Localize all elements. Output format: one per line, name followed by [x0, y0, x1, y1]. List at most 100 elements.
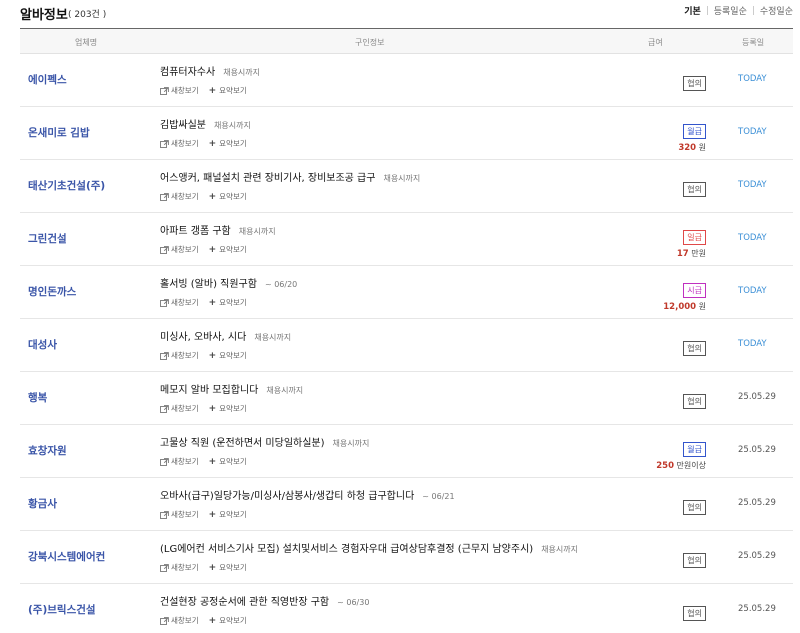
job-title-text[interactable]: 어스앵커, 패널설치 관련 장비기사, 장비보조공 급구	[160, 173, 375, 184]
summary-button[interactable]: + 요약보기	[209, 297, 247, 308]
pay-type-badge: 협의	[683, 500, 706, 515]
job-title-link[interactable]: 오바사(급구)일당가능/미싱사/삼봉사/생갑티 하청 급구합니다 ~ 06/21	[160, 487, 455, 502]
table-row: 대성사 미싱사, 오바사, 시다 채용시까지 새창보기 + 요약보기 협의 TOD…	[20, 319, 793, 372]
new-window-button[interactable]: 새창보기	[160, 350, 199, 361]
pay-type-badge: 협의	[683, 394, 706, 409]
summary-label: 요약보기	[219, 457, 247, 466]
new-window-button[interactable]: 새창보기	[160, 403, 199, 414]
summary-button[interactable]: + 요약보기	[209, 350, 247, 361]
new-window-button[interactable]: 새창보기	[160, 562, 199, 573]
company-name[interactable]: 에이펙스	[28, 72, 67, 87]
new-window-button[interactable]: 새창보기	[160, 244, 199, 255]
company-name[interactable]: 그린건설	[28, 231, 67, 246]
new-window-icon	[160, 457, 169, 466]
job-title-link[interactable]: 고물상 직원 (운전하면서 미당일하실분) 채용시까지	[160, 434, 369, 449]
new-window-button[interactable]: 새창보기	[160, 138, 199, 149]
table-header: 업체명 구인정보 급여 등록일	[20, 29, 793, 54]
company-name[interactable]: 황금사	[28, 496, 57, 511]
summary-button[interactable]: + 요약보기	[209, 138, 247, 149]
job-title-link[interactable]: 홀서빙 (알바) 직원구함 ~ 06/20	[160, 275, 297, 290]
pay-type-badge: 협의	[683, 341, 706, 356]
job-title-text[interactable]: 홀서빙 (알바) 직원구함	[160, 279, 257, 290]
job-title-text[interactable]: 고물상 직원 (운전하면서 미당일하실분)	[160, 438, 325, 449]
table-row: 온새미로 김밥 김밥싸실분 채용시까지 새창보기 + 요약보기 월급 320 원 …	[20, 107, 793, 160]
company-name[interactable]: 행복	[28, 390, 47, 405]
row-actions: 새창보기 + 요약보기	[160, 456, 257, 467]
sort-default[interactable]: 기본	[684, 4, 701, 17]
new-window-icon	[160, 351, 169, 360]
deadline: ~ 06/20	[264, 280, 298, 289]
plus-icon: +	[208, 615, 217, 626]
company-name[interactable]: (주)브릭스건설	[28, 602, 96, 617]
registered-date: 25.05.29	[738, 392, 776, 402]
table-body: 에이펙스 컴퓨터자수사 채용시까지 새창보기 + 요약보기 협의 TODAY 온새…	[20, 54, 793, 633]
job-title-text[interactable]: (LG에어컨 서비스기사 모집) 설치및서비스 경험자우대 급여상담후결정 (근…	[160, 544, 533, 555]
job-title-link[interactable]: 건설현장 공정순서에 관한 직영반장 구함 ~ 06/30	[160, 593, 369, 608]
summary-button[interactable]: + 요약보기	[209, 456, 247, 467]
job-title-text[interactable]: 아파트 갱폼 구함	[160, 226, 231, 237]
registered-date: TODAY	[738, 286, 767, 296]
job-table: 업체명 구인정보 급여 등록일 에이펙스 컴퓨터자수사 채용시까지 새창보기 + …	[20, 28, 793, 633]
new-window-label: 새창보기	[171, 563, 199, 572]
company-name[interactable]: 대성사	[28, 337, 57, 352]
summary-button[interactable]: + 요약보기	[209, 191, 247, 202]
new-window-button[interactable]: 새창보기	[160, 191, 199, 202]
page-title: 알바정보	[20, 8, 68, 23]
job-title-link[interactable]: 컴퓨터자수사 채용시까지	[160, 63, 260, 78]
pay-type-badge: 협의	[683, 553, 706, 568]
result-count: ( 203건 )	[68, 10, 107, 20]
pay-type-badge: 협의	[683, 182, 706, 197]
row-actions: 새창보기 + 요약보기	[160, 562, 257, 573]
job-title-link[interactable]: 아파트 갱폼 구함 채용시까지	[160, 222, 276, 237]
summary-button[interactable]: + 요약보기	[209, 562, 247, 573]
new-window-button[interactable]: 새창보기	[160, 509, 199, 520]
job-title-text[interactable]: 건설현장 공정순서에 관한 직영반장 구함	[160, 597, 329, 608]
registered-date: 25.05.29	[738, 445, 776, 455]
new-window-button[interactable]: 새창보기	[160, 615, 199, 626]
plus-icon: +	[208, 244, 217, 255]
registered-date: TODAY	[738, 74, 767, 84]
row-actions: 새창보기 + 요약보기	[160, 403, 257, 414]
job-title-link[interactable]: 어스앵커, 패널설치 관련 장비기사, 장비보조공 급구 채용시까지	[160, 169, 420, 184]
company-name[interactable]: 효창자원	[28, 443, 67, 458]
sort-by-registered[interactable]: 등록일순	[714, 4, 747, 17]
summary-button[interactable]: + 요약보기	[209, 403, 247, 414]
pay-amount: 320 원	[678, 143, 706, 153]
new-window-button[interactable]: 새창보기	[160, 297, 199, 308]
pay-amount: 17 만원	[676, 249, 706, 259]
row-actions: 새창보기 + 요약보기	[160, 509, 257, 520]
pay-info: 협의	[683, 336, 706, 356]
deadline: 채용시까지	[238, 227, 276, 236]
pay-info: 협의	[683, 389, 706, 409]
summary-button[interactable]: + 요약보기	[209, 244, 247, 255]
column-header-pay: 급여	[648, 38, 663, 47]
new-window-button[interactable]: 새창보기	[160, 456, 199, 467]
table-row: 그린건설 아파트 갱폼 구함 채용시까지 새창보기 + 요약보기 일급 17 만원…	[20, 213, 793, 266]
job-title-text[interactable]: 김밥싸실분	[160, 120, 206, 131]
new-window-icon	[160, 245, 169, 254]
plus-icon: +	[208, 403, 217, 414]
job-title-link[interactable]: 메모지 알바 모집합니다 채용시까지	[160, 381, 303, 396]
pay-type-badge: 협의	[683, 606, 706, 621]
company-name[interactable]: 온새미로 김밥	[28, 125, 90, 140]
job-title-text[interactable]: 컴퓨터자수사	[160, 67, 215, 78]
summary-label: 요약보기	[219, 86, 247, 95]
pay-info: 월급 320 원	[678, 119, 706, 153]
new-window-button[interactable]: 새창보기	[160, 85, 199, 96]
sort-by-modified[interactable]: 수정일순	[760, 4, 793, 17]
summary-label: 요약보기	[219, 298, 247, 307]
summary-button[interactable]: + 요약보기	[209, 509, 247, 520]
summary-button[interactable]: + 요약보기	[209, 615, 247, 626]
registered-date: TODAY	[738, 127, 767, 137]
job-title-link[interactable]: 미싱사, 오바사, 시다 채용시까지	[160, 328, 291, 343]
company-name[interactable]: 명인돈까스	[28, 284, 76, 299]
job-title-link[interactable]: (LG에어컨 서비스기사 모집) 설치및서비스 경험자우대 급여상담후결정 (근…	[160, 540, 578, 555]
deadline: ~ 06/30	[337, 598, 370, 607]
job-title-link[interactable]: 김밥싸실분 채용시까지	[160, 116, 251, 131]
summary-button[interactable]: + 요약보기	[209, 85, 247, 96]
job-title-text[interactable]: 메모지 알바 모집합니다	[160, 385, 258, 396]
company-name[interactable]: 태산기초건설(주)	[28, 178, 105, 193]
company-name[interactable]: 강북시스템에어컨	[28, 549, 105, 564]
job-title-text[interactable]: 오바사(급구)일당가능/미싱사/삼봉사/생갑티 하청 급구합니다	[160, 491, 414, 502]
job-title-text[interactable]: 미싱사, 오바사, 시다	[160, 332, 246, 343]
